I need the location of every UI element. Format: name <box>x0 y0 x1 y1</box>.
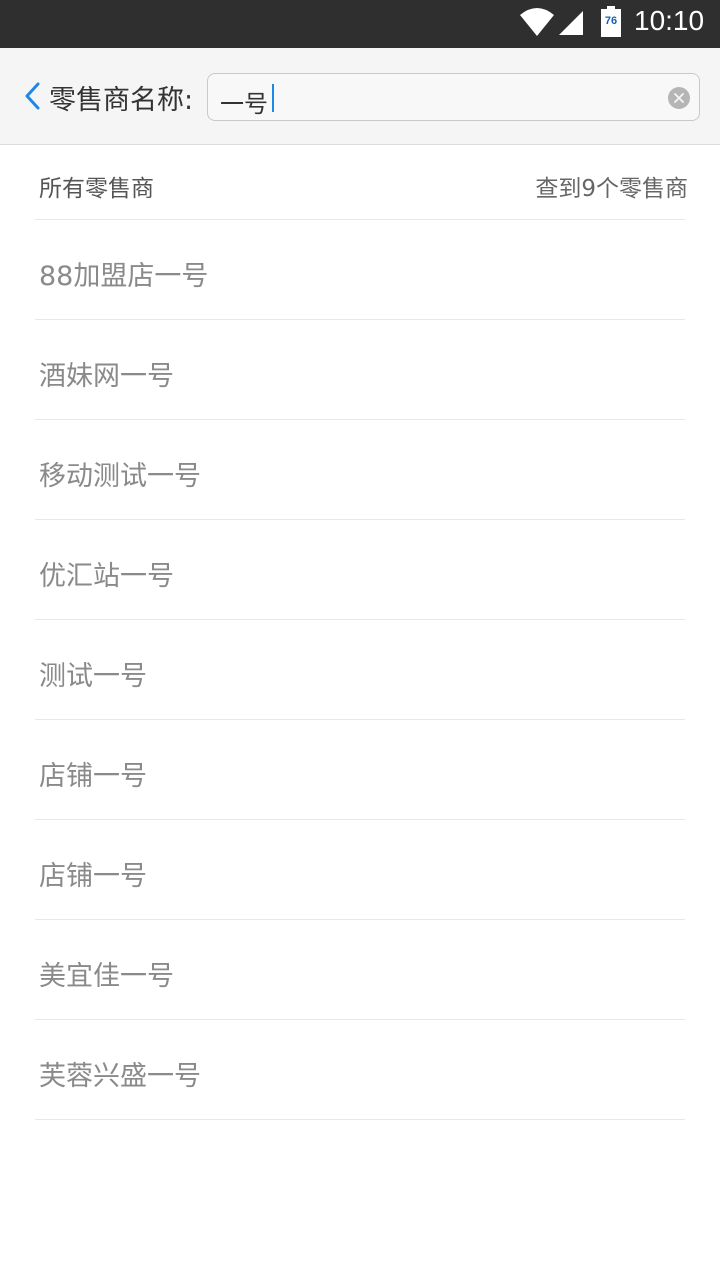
retailer-name: 移动测试一号 <box>39 461 201 492</box>
search-value[interactable]: 一号 <box>220 84 268 119</box>
retailer-item[interactable]: 测试一号 <box>35 620 685 720</box>
retailer-name: 店铺一号 <box>39 861 147 892</box>
retailer-item[interactable]: 店铺一号 <box>35 820 685 920</box>
list-title: 所有零售商 <box>39 176 154 202</box>
retailer-item[interactable]: 芙蓉兴盛一号 <box>35 1020 685 1120</box>
retailer-name: 芙蓉兴盛一号 <box>39 1061 201 1092</box>
search-input[interactable]: 一号 <box>207 73 700 121</box>
retailer-name: 美宜佳一号 <box>39 961 174 992</box>
list-header: 所有零售商 查到9个零售商 <box>35 145 688 220</box>
retailer-name: 88加盟店一号 <box>39 261 209 292</box>
chevron-left-icon <box>25 82 40 110</box>
retailer-item[interactable]: 酒妹网一号 <box>35 320 685 420</box>
retailer-item[interactable]: 移动测试一号 <box>35 420 685 520</box>
retailer-name: 优汇站一号 <box>39 561 174 592</box>
retailer-name: 店铺一号 <box>39 761 147 792</box>
result-count: 查到9个零售商 <box>535 176 688 202</box>
clear-button[interactable] <box>668 87 690 109</box>
clock: 10:10 <box>634 5 705 36</box>
status-bar: 76 10:10 <box>0 0 720 48</box>
back-button[interactable] <box>18 76 48 116</box>
search-header: 零售商名称: 一号 <box>0 48 720 145</box>
retailer-item[interactable]: 美宜佳一号 <box>35 920 685 1020</box>
text-cursor <box>272 84 274 112</box>
retailer-list: 88加盟店一号 酒妹网一号 移动测试一号 优汇站一号 测试一号 店铺一号 店铺一… <box>35 220 685 1120</box>
clear-icon <box>674 93 684 103</box>
retailer-item[interactable]: 店铺一号 <box>35 720 685 820</box>
wifi-icon <box>520 8 554 36</box>
retailer-item[interactable]: 88加盟店一号 <box>35 220 685 320</box>
retailer-name: 酒妹网一号 <box>39 361 174 392</box>
cell-signal-icon <box>559 11 583 35</box>
retailer-name-label: 零售商名称: <box>49 85 194 116</box>
retailer-name: 测试一号 <box>39 661 147 692</box>
retailer-item[interactable]: 优汇站一号 <box>35 520 685 620</box>
battery-level: 76 <box>604 15 618 27</box>
